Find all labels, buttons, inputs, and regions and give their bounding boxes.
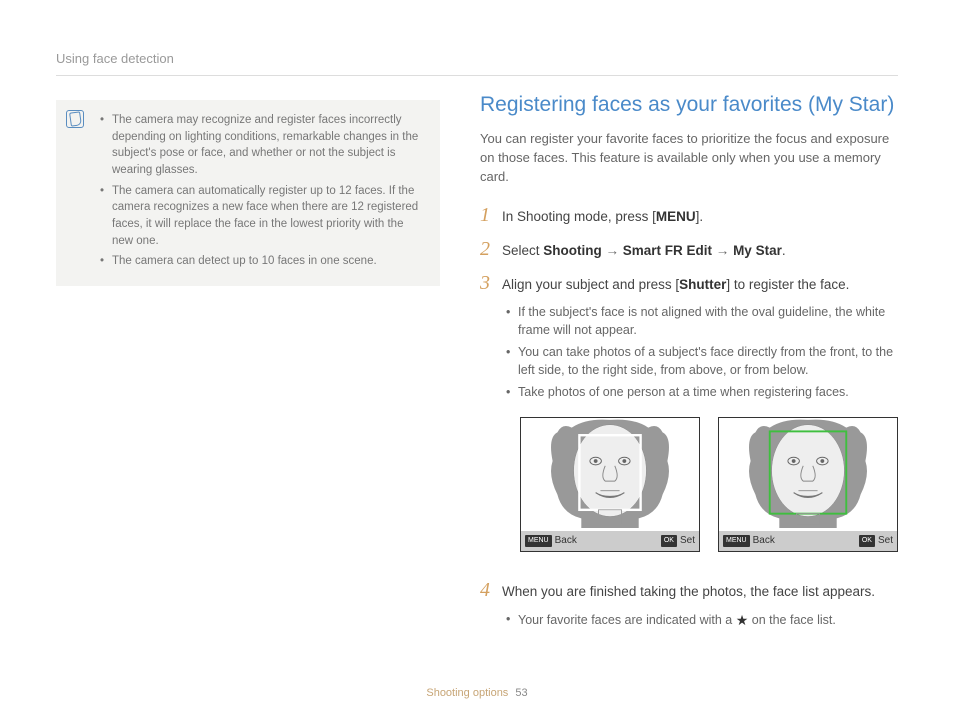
- screen-white-frame: MENU Back OK Set: [520, 417, 700, 552]
- note-item: The camera may recognize and register fa…: [100, 112, 424, 179]
- step-number: 4: [480, 580, 494, 600]
- star-icon: ★: [736, 610, 749, 630]
- sub-list: Your favorite faces are indicated with a…: [502, 610, 898, 630]
- example-screens: MENU Back OK Set: [520, 417, 898, 552]
- face-illustration-white: [521, 418, 699, 528]
- left-column: The camera may recognize and register fa…: [56, 50, 440, 650]
- step-text: Select Shooting → Smart FR Edit → My Sta…: [502, 243, 786, 258]
- footer-section: Shooting options: [426, 687, 508, 699]
- header-section: Using face detection: [56, 51, 174, 66]
- step-3: 3 Align your subject and press [Shutter]…: [480, 273, 898, 568]
- note-icon: [66, 110, 84, 128]
- step-number: 2: [480, 239, 494, 259]
- step-4: 4 When you are finished taking the photo…: [480, 580, 898, 634]
- set-label: Set: [878, 534, 893, 549]
- sub-item: You can take photos of a subject's face …: [504, 343, 898, 379]
- note-item: The camera can automatically register up…: [100, 183, 424, 250]
- step-number: 1: [480, 205, 494, 225]
- sub-list: If the subject's face is not aligned wit…: [502, 303, 898, 402]
- right-column: Registering faces as your favorites (My …: [480, 50, 898, 650]
- page-number: 53: [515, 687, 527, 699]
- step-text: When you are finished taking the photos,…: [502, 584, 875, 599]
- menu-key: MENU: [656, 209, 696, 224]
- arrow-icon: →: [602, 243, 623, 258]
- screen-green-frame: MENU Back OK Set: [718, 417, 898, 552]
- step-text: Align your subject and press [Shutter] t…: [502, 277, 849, 292]
- arrow-icon: →: [712, 243, 733, 258]
- ok-bar-icon: OK: [661, 535, 677, 547]
- note-item: The camera can detect up to 10 faces in …: [100, 253, 424, 270]
- section-title: Registering faces as your favorites (My …: [480, 90, 898, 120]
- steps-list: 1 In Shooting mode, press [MENU]. 2 Sele…: [480, 205, 898, 634]
- menu-bar-icon: MENU: [525, 535, 552, 547]
- sub-item: Take photos of one person at a time when…: [504, 383, 898, 401]
- menu-bar-icon: MENU: [723, 535, 750, 547]
- section-intro: You can register your favorite faces to …: [480, 130, 898, 187]
- shutter-key: Shutter: [679, 277, 726, 292]
- step-2: 2 Select Shooting → Smart FR Edit → My S…: [480, 239, 898, 261]
- screen-bar: MENU Back OK Set: [719, 531, 897, 551]
- page-footer: Shooting options 53: [0, 686, 954, 702]
- step-1: 1 In Shooting mode, press [MENU].: [480, 205, 898, 227]
- ok-bar-icon: OK: [859, 535, 875, 547]
- set-label: Set: [680, 534, 695, 549]
- step-number: 3: [480, 273, 494, 293]
- note-box: The camera may recognize and register fa…: [56, 100, 440, 286]
- step-text: In Shooting mode, press [MENU].: [502, 209, 703, 224]
- sub-item: Your favorite faces are indicated with a…: [504, 610, 898, 630]
- page-header: Using face detection: [56, 50, 898, 76]
- screen-bar: MENU Back OK Set: [521, 531, 699, 551]
- face-illustration-green: [719, 418, 897, 528]
- back-label: Back: [753, 534, 775, 549]
- page-content: The camera may recognize and register fa…: [0, 0, 954, 680]
- sub-item: If the subject's face is not aligned wit…: [504, 303, 898, 339]
- note-list: The camera may recognize and register fa…: [100, 112, 424, 270]
- back-label: Back: [555, 534, 577, 549]
